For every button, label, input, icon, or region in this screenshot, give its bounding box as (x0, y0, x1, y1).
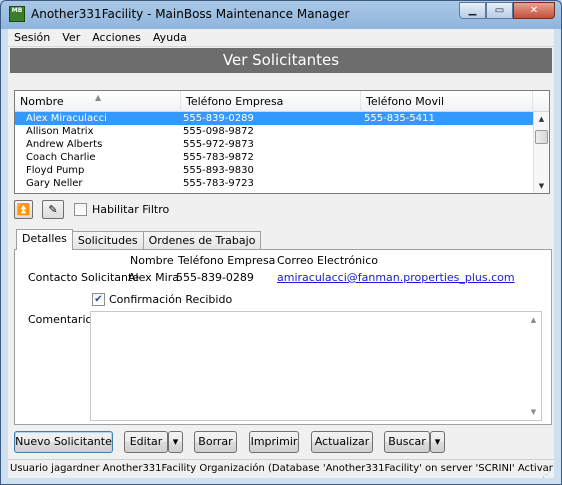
enable-filter-label: Habilitar Filtro (92, 203, 170, 216)
menu-acciones[interactable]: Acciones (86, 29, 147, 46)
comments-textarea[interactable]: ▲ ▼ (90, 311, 542, 421)
menu-sesion[interactable]: Sesión (8, 29, 56, 46)
maximize-button[interactable]: ▭ (486, 2, 513, 19)
scroll-thumb[interactable] (535, 130, 548, 144)
table-row[interactable]: Allison Matrix 555-098-9872 (15, 125, 533, 138)
maximize-icon: ▭ (494, 5, 505, 16)
detail-tabs: Detalles Solicitudes Ordenes de Trabajo (16, 229, 262, 250)
row-phone: 555-972-9873 (183, 139, 254, 150)
contact-email-link[interactable]: amiraculacci@fanman.properties_plus.com (277, 271, 515, 284)
chevron-down-icon: ▾ (172, 435, 179, 448)
confirm-received-label: Confirmación Recibido (109, 293, 233, 306)
status-bar: Usuario jagardner Another331Facility Org… (8, 459, 554, 478)
minimize-icon: ▁ (468, 5, 477, 16)
title-bar[interactable]: MB Another331Facility - MainBoss Mainten… (1, 1, 561, 28)
action-buttons: Nuevo Solicitante Editar ▾ Borrar Imprim… (14, 431, 554, 455)
delete-button[interactable]: Borrar (194, 431, 237, 453)
table-row[interactable]: Coach Charlie 555-783-9872 (15, 151, 533, 164)
menu-ayuda[interactable]: Ayuda (147, 29, 193, 46)
edit-button[interactable]: Editar (124, 431, 168, 453)
menu-ver[interactable]: Ver (56, 29, 86, 46)
row-name: Alex Miraculacci (26, 113, 107, 124)
tab-detalles[interactable]: Detalles (16, 229, 73, 250)
edit-dropdown-button[interactable]: ▾ (168, 431, 183, 453)
col-email-label: Correo Electrónico (277, 254, 378, 267)
table-row[interactable]: Andrew Alberts 555-972-9873 (15, 138, 533, 151)
row-phone: 555-098-9872 (183, 126, 254, 137)
scroll-down-icon[interactable]: ▼ (526, 405, 541, 419)
requestors-list[interactable]: ▲ Nombre Teléfono Empresa Teléfono Movil… (14, 90, 550, 194)
scroll-up-icon[interactable]: ▲ (526, 313, 541, 327)
row-name: Andrew Alberts (26, 139, 103, 150)
comments-label: Comentarios (28, 313, 98, 326)
resize-grip-icon[interactable]: ⋰ (542, 466, 552, 478)
scroll-up-icon[interactable]: ▲ (534, 112, 549, 126)
pen-icon: ✎ (48, 203, 58, 216)
table-row[interactable]: Floyd Pump 555-893-9830 (15, 164, 533, 177)
row-name: Floyd Pump (26, 165, 85, 176)
list-header: ▲ Nombre Teléfono Empresa Teléfono Movil (15, 91, 549, 112)
column-header-name[interactable]: ▲ Nombre (15, 91, 181, 112)
table-row[interactable]: Gary Neller 555-783-9723 (15, 177, 533, 190)
column-header-name-label: Nombre (20, 95, 64, 108)
sort-ascending-icon: ▲ (95, 93, 102, 102)
app-window: MB Another331Facility - MainBoss Mainten… (0, 0, 562, 485)
col-name-label: Nombre (130, 254, 174, 267)
status-text: Usuario jagardner Another331Facility Org… (10, 463, 553, 474)
list-rows: Alex Miraculacci 555-839-0289 555-835-54… (15, 112, 533, 190)
row-name: Allison Matrix (26, 126, 94, 137)
contact-phone: 555-839-0289 (176, 271, 254, 284)
app-icon: MB (9, 6, 25, 22)
contact-name: Alex Mira (128, 271, 179, 284)
tab-ordenes-de-trabajo[interactable]: Ordenes de Trabajo (142, 231, 262, 250)
row-phone: 555-783-9723 (183, 178, 254, 189)
contact-label: Contacto Solicitante (28, 271, 140, 284)
row-phone: 555-839-0289 (183, 113, 254, 124)
checkmark-icon: ✔ (94, 294, 103, 305)
enable-filter-checkbox[interactable] (74, 203, 87, 216)
client-area: Sesión Ver Acciones Ayuda Ver Solicitant… (8, 29, 554, 478)
row-name: Coach Charlie (26, 152, 96, 163)
list-scrollbar[interactable]: ▲ ▼ (533, 112, 549, 193)
close-icon: ✕ (529, 5, 539, 16)
minimize-button[interactable]: ▁ (459, 2, 486, 19)
close-button[interactable]: ✕ (513, 2, 555, 19)
row-mobile: 555-835-5411 (364, 113, 435, 124)
row-phone: 555-893-9830 (183, 165, 254, 176)
edit-filter-button[interactable]: ✎ (42, 200, 64, 219)
scroll-down-icon[interactable]: ▼ (534, 179, 549, 193)
new-requestor-button[interactable]: Nuevo Solicitante (14, 431, 113, 453)
row-name: Gary Neller (26, 178, 83, 189)
column-header-mobile[interactable]: Teléfono Movil (361, 91, 533, 112)
search-dropdown-button[interactable]: ▾ (430, 431, 445, 453)
col-phone-label: Teléfono Empresa (178, 254, 276, 267)
column-header-phone[interactable]: Teléfono Empresa (181, 91, 361, 112)
page-title: Ver Solicitantes (10, 48, 552, 73)
window-title: Another331Facility - MainBoss Maintenanc… (31, 7, 350, 21)
list-toolbar: ⏫ ✎ Habilitar Filtro (14, 200, 314, 222)
row-phone: 555-783-9872 (183, 152, 254, 163)
table-row[interactable]: Alex Miraculacci 555-839-0289 555-835-54… (15, 112, 533, 125)
chevron-down-icon: ▾ (434, 435, 441, 448)
print-button[interactable]: Imprimir (249, 431, 299, 453)
search-button[interactable]: Buscar (384, 431, 430, 453)
collapse-up-icon: ⏫ (16, 203, 31, 216)
menu-bar: Sesión Ver Acciones Ayuda (8, 29, 554, 47)
collapse-button[interactable]: ⏫ (14, 200, 33, 219)
details-panel: Nombre Teléfono Empresa Correo Electróni… (14, 249, 552, 425)
refresh-button[interactable]: Actualizar (311, 431, 373, 453)
caption-buttons: ▁ ▭ ✕ (459, 2, 555, 19)
tab-solicitudes[interactable]: Solicitudes (71, 231, 144, 250)
confirm-received-checkbox[interactable]: ✔ (92, 293, 105, 306)
